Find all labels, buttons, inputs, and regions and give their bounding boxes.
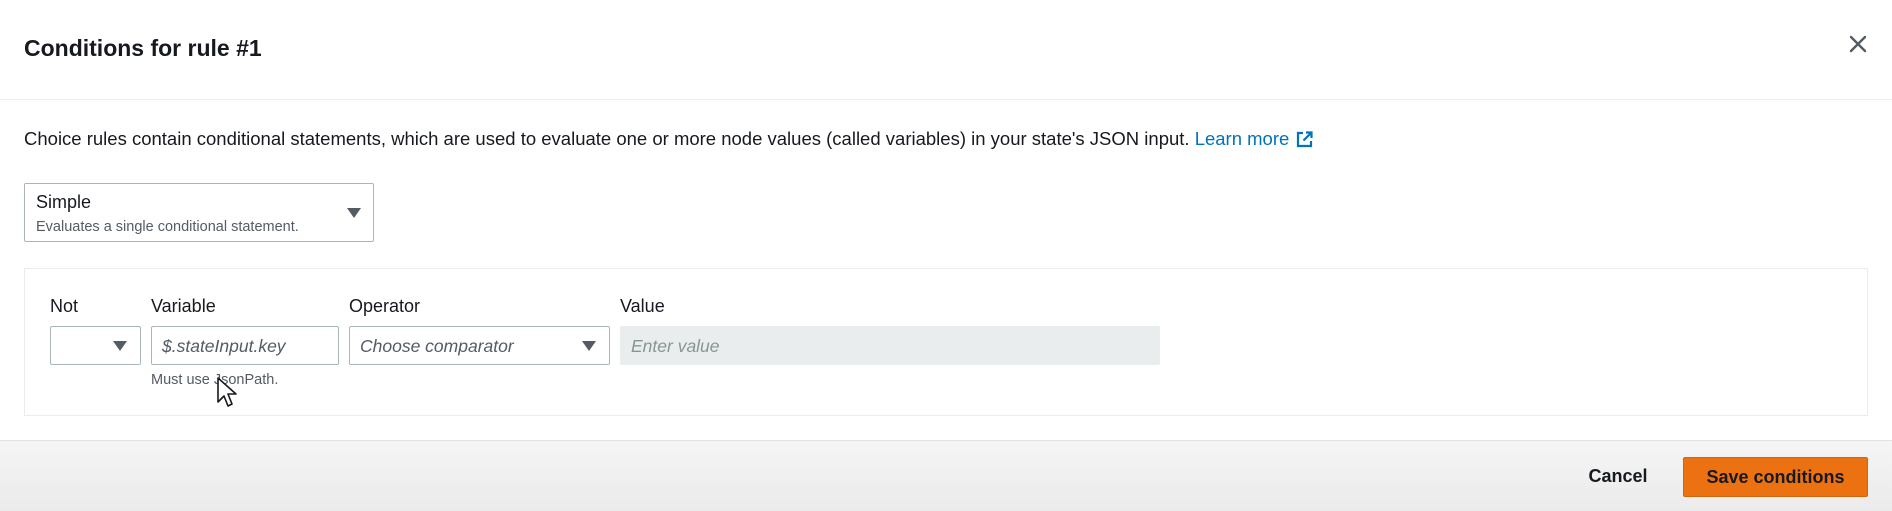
chevron-down-icon — [113, 341, 127, 351]
operator-select[interactable]: Choose comparator — [349, 326, 610, 365]
not-label: Not — [50, 296, 79, 316]
variable-hint: Must use JsonPath. — [151, 372, 279, 388]
variable-label: Variable — [151, 296, 216, 316]
learn-more-label[interactable]: Learn more — [1195, 128, 1290, 149]
external-link-icon[interactable] — [1295, 130, 1314, 149]
save-conditions-button[interactable]: Save conditions — [1683, 457, 1868, 497]
close-icon[interactable] — [1844, 30, 1872, 58]
conditions-modal: Conditions for rule #1 Choice rules cont… — [0, 0, 1892, 511]
not-select[interactable] — [50, 326, 141, 365]
chevron-down-icon — [582, 341, 596, 351]
description: Choice rules contain conditional stateme… — [24, 128, 1314, 150]
condition-type-description: Evaluates a single conditional statement… — [36, 219, 299, 235]
description-text: Choice rules contain conditional stateme… — [24, 128, 1195, 149]
learn-more-link[interactable]: Learn more — [1195, 128, 1315, 149]
value-placeholder: Enter value — [631, 336, 720, 356]
operator-label: Operator — [349, 296, 421, 316]
chevron-down-icon — [347, 208, 361, 218]
variable-input[interactable]: $.stateInput.key — [151, 326, 339, 365]
cancel-button[interactable]: Cancel — [1570, 458, 1666, 494]
value-label: Value — [620, 296, 665, 316]
modal-title: Conditions for rule #1 — [24, 35, 262, 61]
operator-placeholder: Choose comparator — [360, 336, 514, 356]
variable-placeholder: $.stateInput.key — [162, 336, 286, 356]
value-input[interactable]: Enter value — [620, 326, 1160, 365]
condition-type-value: Simple — [36, 192, 92, 212]
mouse-cursor-icon — [217, 377, 237, 407]
condition-type-select[interactable]: Simple Evaluates a single conditional st… — [24, 183, 374, 242]
modal-header: Conditions for rule #1 — [0, 0, 1892, 100]
